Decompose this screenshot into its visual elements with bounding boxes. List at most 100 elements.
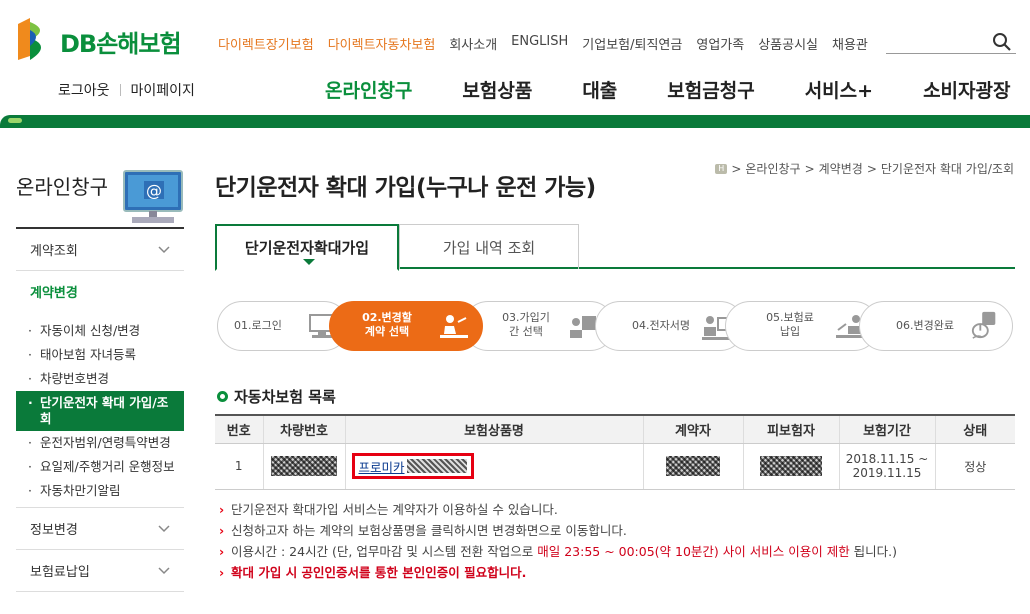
db-logo-mark-icon	[18, 18, 41, 60]
util-company[interactable]: 회사소개	[449, 34, 497, 53]
search-icon[interactable]	[992, 32, 1012, 52]
sidebar-item-label: 보험료납입	[30, 565, 90, 580]
cell-contractor	[642, 443, 743, 490]
sidebar-sub-short-term-driver[interactable]: 단기운전자 확대 가입/조회	[16, 391, 184, 431]
account-links: 로그아웃 마이페이지	[58, 80, 195, 100]
sidebar-item-contract-change[interactable]: 계약변경	[16, 271, 184, 311]
tab-join-history[interactable]: 가입 내역 조회	[399, 224, 579, 269]
cell-product: 프로미카	[344, 443, 643, 490]
table-row: 1 프로미카 2018.11.15 ~ 2019.11.15 정상	[215, 443, 1015, 490]
tab-bar: 단기운전자확대가입 가입 내역 조회	[215, 224, 1015, 271]
step-complete: 06.변경완료	[859, 301, 1013, 351]
main-nav: 온라인창구 보험상품 대출 보험금청구 서비스+ 소비자광장	[325, 76, 1010, 103]
util-direct-auto[interactable]: 다이렉트자동차보험	[328, 34, 436, 53]
redacted-insured	[760, 456, 822, 476]
sidebar-item-info-change[interactable]: 정보변경	[16, 508, 184, 550]
breadcrumb-sep: >	[731, 161, 742, 176]
sidebar-sub-auto-transfer[interactable]: 자동이체 신청/변경	[16, 319, 184, 343]
cell-no: 1	[215, 443, 263, 490]
tab-active-arrow-icon	[303, 259, 315, 265]
step-select-contract: 02.변경할 계약 선택	[329, 301, 483, 351]
svg-text:@: @	[146, 181, 162, 200]
sidebar-sub-mileage[interactable]: 요일제/주행거리 운행정보	[16, 455, 184, 479]
page-title: 단기운전자 확대 가입(누구나 운전 가능)	[215, 175, 596, 201]
gnb-insurance-products[interactable]: 보험상품	[462, 76, 532, 103]
search-input[interactable]	[886, 30, 1016, 54]
step-payment: 05.보험료 납입	[725, 301, 879, 351]
logo-text: DB손해보험	[60, 30, 182, 58]
site-header: DB손해보험 다이렉트장기보험 다이렉트자동차보험 회사소개 ENGLISH 기…	[0, 0, 1030, 130]
redacted-product-name	[406, 459, 467, 473]
mypage-link[interactable]: 마이페이지	[131, 80, 195, 100]
sidebar-item-premium-payment[interactable]: 보험료납입	[16, 550, 184, 592]
gnb-services[interactable]: 서비스+	[805, 76, 873, 103]
step-period: 03.가입기간 선택	[463, 301, 615, 351]
product-name-link[interactable]: 프로미카	[351, 453, 474, 479]
util-english[interactable]: ENGLISH	[511, 34, 568, 53]
db-logo[interactable]: DB손해보험	[16, 16, 196, 62]
notice-item: 신청하고자 하는 계약의 보험상품명을 클릭하시면 변경화면으로 이동합니다.	[219, 520, 897, 541]
col-header-vehicle: 차량번호	[262, 414, 345, 444]
home-icon[interactable]: H	[715, 163, 728, 174]
header-bar-highlight	[8, 118, 22, 123]
col-header-contractor: 계약자	[642, 414, 743, 444]
redacted-contractor	[666, 456, 720, 476]
step-label: 02.변경할 계약 선택	[362, 311, 412, 338]
sidebar-item-contract-inquiry[interactable]: 계약조회	[16, 229, 184, 271]
col-header-insured: 피보험자	[742, 414, 839, 444]
chevron-down-icon	[158, 524, 170, 532]
progress-steps: 01.로그인 02.변경할 계약 선택 03.가입기간 선택 04.전자서명 0…	[217, 301, 1013, 351]
section-title-text: 자동차보험 목록	[234, 388, 336, 406]
breadcrumb-item[interactable]: 온라인창구	[745, 160, 800, 177]
col-header-period: 보험기간	[838, 414, 935, 444]
gnb-loans[interactable]: 대출	[582, 76, 617, 103]
util-disclosure[interactable]: 상품공시실	[758, 34, 818, 53]
sidebar-sub-vehicle-number[interactable]: 차량번호변경	[16, 367, 184, 391]
sidebar-item-label: 정보변경	[30, 523, 78, 538]
tab-label: 가입 내역 조회	[442, 238, 536, 257]
divider	[119, 84, 121, 96]
notice-item: 이용시간 : 24시간 (단, 업무마감 및 시스템 전환 작업으로 매일 23…	[219, 541, 897, 562]
tab-short-term-join[interactable]: 단기운전자확대가입	[215, 224, 399, 271]
header-green-bar	[0, 115, 1030, 128]
chevron-down-icon	[158, 245, 170, 253]
redacted-vehicle-number	[271, 456, 337, 476]
util-sales-family[interactable]: 영업가족	[696, 34, 744, 53]
notice-text: 이용시간 : 24시간 (단, 업무마감 및 시스템 전환 작업으로	[231, 544, 538, 559]
step-label: 06.변경완료	[896, 319, 954, 332]
step-label: 03.가입기간 선택	[502, 311, 550, 338]
util-direct-long-term[interactable]: 다이렉트장기보험	[218, 34, 314, 53]
table-header-row: 번호 차량번호 보험상품명 계약자 피보험자 보험기간 상태	[215, 414, 1015, 444]
notice-item-emphasis: 확대 가입 시 공인인증서를 통한 본인인증이 필요합니다.	[219, 562, 897, 583]
cell-status: 정상	[934, 443, 1015, 490]
col-header-product: 보험상품명	[344, 414, 643, 444]
step-label: 01.로그인	[234, 319, 282, 332]
mouse-hand-icon	[971, 311, 996, 339]
util-corporate[interactable]: 기업보험/퇴직연금	[582, 34, 682, 53]
sidebar-sub-driver-range[interactable]: 운전자범위/연령특약변경	[16, 431, 184, 455]
sidebar-submenu: 자동이체 신청/변경 태아보험 자녀등록 차량번호변경 단기운전자 확대 가입/…	[16, 311, 184, 508]
sidebar-item-label: 계약변경	[30, 285, 78, 301]
gnb-consumer-plaza[interactable]: 소비자광장	[923, 76, 1010, 103]
col-header-status: 상태	[934, 414, 1015, 444]
period-end: 2019.11.15	[852, 466, 922, 480]
breadcrumb-current: 단기운전자 확대 가입/조회	[880, 162, 1014, 176]
cell-insured	[742, 443, 839, 490]
bullet-circle-icon	[217, 391, 228, 402]
util-recruit[interactable]: 채용관	[832, 34, 868, 53]
col-header-no: 번호	[215, 414, 263, 444]
gnb-claims[interactable]: 보험금청구	[667, 76, 754, 103]
breadcrumb-item[interactable]: 계약변경	[819, 160, 863, 177]
sidebar-sub-expiry-alert[interactable]: 자동차만기알림	[16, 479, 184, 503]
sidebar-sub-fetal-child[interactable]: 태아보험 자녀등록	[16, 343, 184, 367]
breadcrumb: H > 온라인창구 > 계약변경 > 단기운전자 확대 가입/조회	[715, 160, 1014, 177]
notice-item: 단기운전자 확대가입 서비스는 계약자가 이용하실 수 있습니다.	[219, 499, 897, 520]
notice-text-highlight: 매일 23:55 ~ 00:05(약 10분간) 사이 서비스 이용이 제한	[537, 544, 850, 559]
chevron-down-icon	[158, 566, 170, 574]
section-title: 자동차보험 목록	[217, 386, 336, 407]
breadcrumb-sep: >	[866, 161, 877, 176]
logout-link[interactable]: 로그아웃	[58, 80, 110, 100]
product-name-text: 프로미카	[358, 459, 405, 475]
breadcrumb-sep: >	[804, 161, 815, 176]
gnb-online-window[interactable]: 온라인창구	[325, 76, 412, 103]
